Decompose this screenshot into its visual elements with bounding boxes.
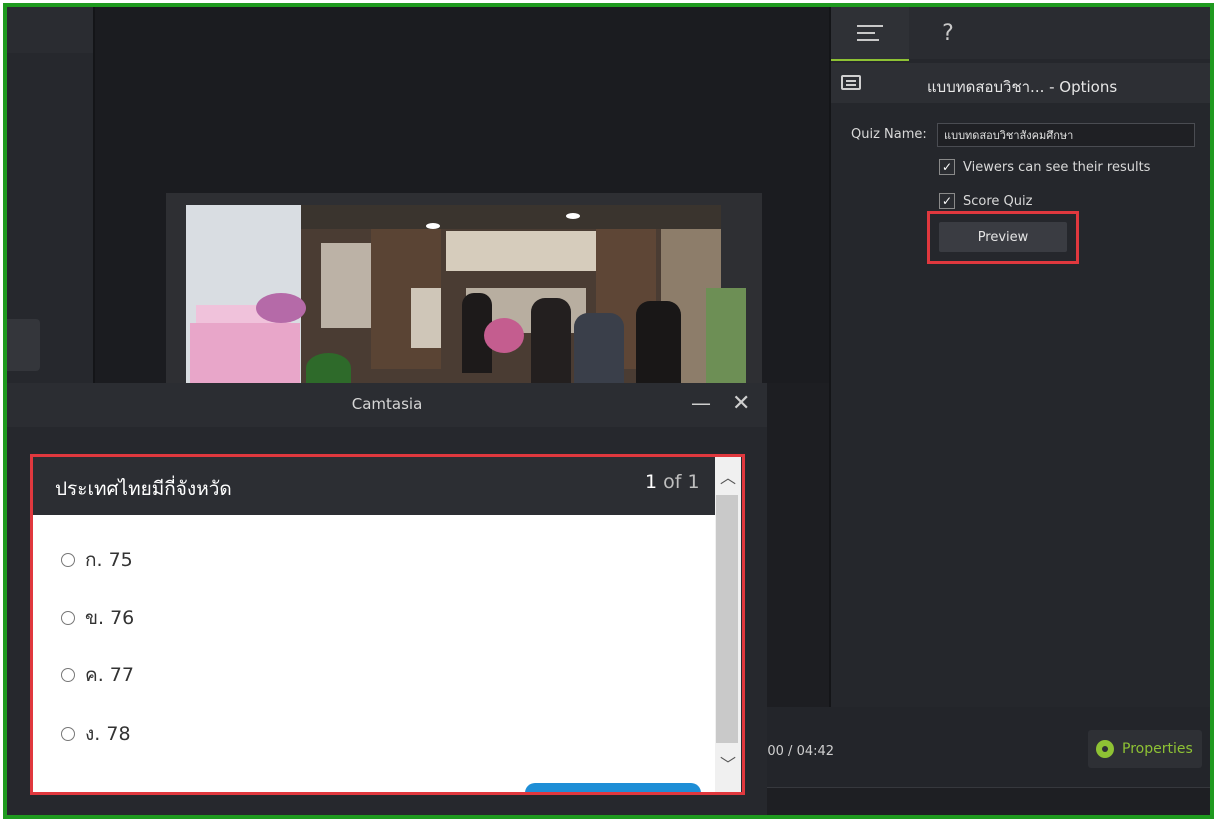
app-frame: ? แบบทดสอบวิชา... - Options Quiz Name: ✓… (3, 3, 1214, 819)
score-quiz-option[interactable]: ✓ Score Quiz (939, 193, 1032, 209)
close-button[interactable]: ✕ (732, 391, 750, 416)
score-quiz-label: Score Quiz (963, 193, 1033, 209)
quiz-name-label: Quiz Name: (851, 127, 927, 142)
preview-highlight (927, 211, 1079, 264)
quiz-highlight (30, 454, 745, 795)
gear-icon (1096, 740, 1114, 758)
window-title: Camtasia (351, 395, 423, 413)
viewers-results-checkbox[interactable]: ✓ (939, 159, 955, 175)
window-titlebar[interactable]: Camtasia — ✕ (7, 383, 767, 425)
left-toolbar-strip (7, 7, 93, 53)
video-preview (166, 193, 762, 383)
properties-panel: ? แบบทดสอบวิชา... - Options Quiz Name: ✓… (831, 7, 1210, 815)
properties-label: Properties (1122, 741, 1193, 757)
tab-properties[interactable] (831, 7, 909, 61)
camtasia-window: Camtasia — ✕ ประเทศไทยมีกี่จังหวัด 1 of … (7, 383, 767, 815)
quiz-list-icon (841, 75, 861, 90)
options-title: แบบทดสอบวิชา... - Options (927, 78, 1118, 96)
left-panel-handle[interactable] (7, 319, 40, 371)
bottom-strip (767, 787, 1210, 815)
menu-icon (857, 20, 883, 46)
options-header: แบบทดสอบวิชา... - Options (831, 63, 1210, 103)
help-icon: ? (942, 20, 954, 46)
quiz-name-input[interactable] (937, 123, 1195, 147)
panel-tabs: ? (831, 7, 1210, 61)
minimize-button[interactable]: — (691, 391, 711, 415)
properties-button[interactable]: Properties (1088, 730, 1202, 768)
tab-help[interactable]: ? (909, 7, 987, 59)
time-display: :00 / 04:42 (763, 744, 835, 759)
viewers-results-option[interactable]: ✓ Viewers can see their results (939, 159, 1150, 175)
viewers-results-label: Viewers can see their results (963, 159, 1151, 175)
score-quiz-checkbox[interactable]: ✓ (939, 193, 955, 209)
